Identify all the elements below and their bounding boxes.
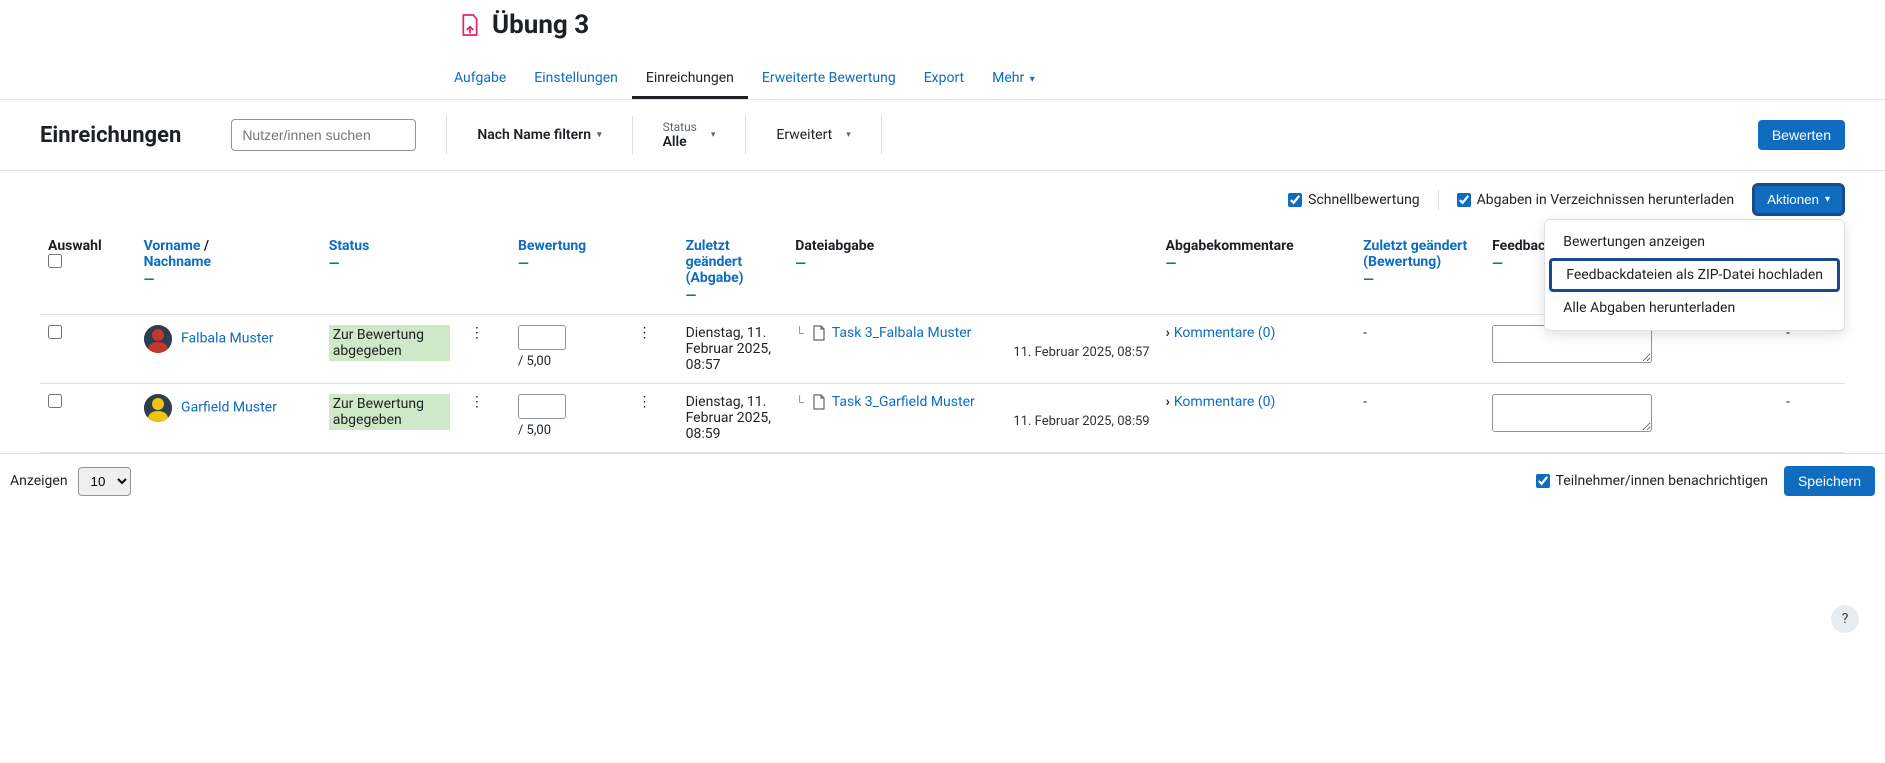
grade-input[interactable] <box>518 325 566 350</box>
table-row: Garfield Muster Zur Bewertung abgegeben … <box>40 384 1845 453</box>
modified-date: Dienstag, 11. Februar 2025, 08:59 <box>678 384 788 453</box>
file-link[interactable]: Task 3_Garfield Muster <box>832 394 975 410</box>
quick-grading-checkbox[interactable]: Schnellbewertung <box>1288 192 1420 208</box>
filter-by-name[interactable]: Nach Name filtern ▾ <box>477 127 601 143</box>
assignment-icon <box>460 13 480 37</box>
modified-date: Dienstag, 11. Februar 2025, 08:57 <box>678 315 788 384</box>
per-page-select[interactable]: 10 <box>78 467 131 496</box>
max-grade-label: / 5,00 <box>518 354 618 369</box>
comments-toggle[interactable]: › Kommentare (0) <box>1166 325 1348 341</box>
chevron-down-icon: ▾ <box>711 130 716 140</box>
feedback-textarea[interactable] <box>1492 394 1652 432</box>
save-button[interactable]: Speichern <box>1784 466 1875 496</box>
section-heading: Einreichungen <box>40 123 181 148</box>
grade-input[interactable] <box>518 394 566 419</box>
col-nachname-sort[interactable]: Nachname <box>144 254 212 270</box>
col-bewertung-sort[interactable]: Bewertung <box>518 238 586 254</box>
grade-modified: - <box>1355 384 1484 453</box>
avatar <box>144 325 172 353</box>
row-menu-button[interactable]: ⋮ <box>466 321 488 345</box>
file-link[interactable]: Task 3_Falbala Muster <box>832 325 972 341</box>
hide-col-file[interactable]: — <box>795 256 1149 272</box>
user-link[interactable]: Falbala Muster <box>181 331 273 347</box>
toolbar: Einreichungen Nach Name filtern ▾ Status… <box>0 100 1885 171</box>
status-badge: Zur Bewertung abgegeben <box>329 394 450 430</box>
menu-download-all[interactable]: Alle Abgaben herunterladen <box>1545 292 1844 324</box>
select-all-checkbox[interactable] <box>48 254 62 268</box>
chevron-down-icon: ▾ <box>597 130 602 140</box>
grade-button[interactable]: Bewerten <box>1758 120 1845 150</box>
hide-col-modified[interactable]: — <box>686 288 780 304</box>
grade-menu-button[interactable]: ⋮ <box>633 321 655 345</box>
anzeigen-label: Anzeigen <box>10 473 68 489</box>
page-title: Übung 3 <box>492 10 589 40</box>
footer-bar: Anzeigen 10 Teilnehmer/innen benachricht… <box>0 453 1885 506</box>
tab-erweiterte-bewertung[interactable]: Erweiterte Bewertung <box>748 60 910 99</box>
menu-show-grades[interactable]: Bewertungen anzeigen <box>1545 226 1844 258</box>
notify-checkbox[interactable]: Teilnehmer/innen benachrichtigen <box>1536 473 1768 489</box>
options-bar: Schnellbewertung Abgaben in Verzeichniss… <box>0 171 1885 228</box>
grade-modified: - <box>1355 315 1484 384</box>
final-grade: - <box>1731 384 1845 453</box>
hide-col-gmod[interactable]: — <box>1363 272 1476 288</box>
file-date: 11. Februar 2025, 08:59 <box>795 414 1149 429</box>
actions-button[interactable]: Aktionen ▾ <box>1752 183 1845 216</box>
chevron-down-icon: ▾ <box>1825 194 1830 205</box>
file-icon <box>812 394 826 410</box>
col-kommentare: Abgabekommentare <box>1166 238 1294 254</box>
comments-toggle[interactable]: › Kommentare (0) <box>1166 394 1348 410</box>
tree-icon: └ <box>795 395 804 409</box>
col-status-sort[interactable]: Status <box>329 238 370 254</box>
status-badge: Zur Bewertung abgegeben <box>329 325 450 361</box>
col-vorname-sort[interactable]: Vorname <box>144 238 201 254</box>
search-input[interactable] <box>231 119 416 151</box>
help-button[interactable]: ? <box>1831 605 1859 633</box>
hide-col-comments[interactable]: — <box>1166 256 1348 272</box>
row-checkbox[interactable] <box>48 394 62 408</box>
chevron-right-icon: › <box>1166 394 1170 410</box>
advanced-filter[interactable]: Erweitert ▾ <box>776 127 850 143</box>
hide-col-bewertung[interactable]: — <box>518 256 618 272</box>
download-folders-checkbox[interactable]: Abgaben in Verzeichnissen herunterladen <box>1457 192 1734 208</box>
tab-einreichungen[interactable]: Einreichungen <box>632 60 748 99</box>
actions-dropdown: Bewertungen anzeigen Feedbackdateien als… <box>1544 219 1845 331</box>
file-icon <box>812 325 826 341</box>
chevron-down-icon: ▾ <box>1030 74 1035 85</box>
grade-menu-button[interactable]: ⋮ <box>633 390 655 414</box>
tab-aufgabe[interactable]: Aufgabe <box>440 60 520 99</box>
col-grade-modified-sort[interactable]: Zuletzt geändert (Bewertung) <box>1363 238 1467 270</box>
hide-col-name[interactable]: — <box>144 272 313 288</box>
chevron-down-icon: ▾ <box>846 130 851 140</box>
file-date: 11. Februar 2025, 08:57 <box>795 345 1149 360</box>
status-filter[interactable]: Status Alle ▾ <box>663 120 716 150</box>
col-modified-sort[interactable]: Zuletzt geändert (Abgabe) <box>686 238 744 286</box>
tab-einstellungen[interactable]: Einstellungen <box>520 60 632 99</box>
hide-col-status[interactable]: — <box>329 256 450 272</box>
row-menu-button[interactable]: ⋮ <box>466 390 488 414</box>
tree-icon: └ <box>795 326 804 340</box>
col-dateiabgabe: Dateiabgabe <box>795 238 874 254</box>
tab-mehr[interactable]: Mehr ▾ <box>978 60 1049 99</box>
row-checkbox[interactable] <box>48 325 62 339</box>
nav-tabs: Aufgabe Einstellungen Einreichungen Erwe… <box>0 60 1885 100</box>
avatar <box>144 394 172 422</box>
menu-upload-zip[interactable]: Feedbackdateien als ZIP-Datei hochladen <box>1549 258 1840 292</box>
user-link[interactable]: Garfield Muster <box>181 400 277 416</box>
tab-export[interactable]: Export <box>910 60 978 99</box>
chevron-right-icon: › <box>1166 325 1170 341</box>
max-grade-label: / 5,00 <box>518 423 618 438</box>
col-auswahl: Auswahl <box>48 238 102 254</box>
